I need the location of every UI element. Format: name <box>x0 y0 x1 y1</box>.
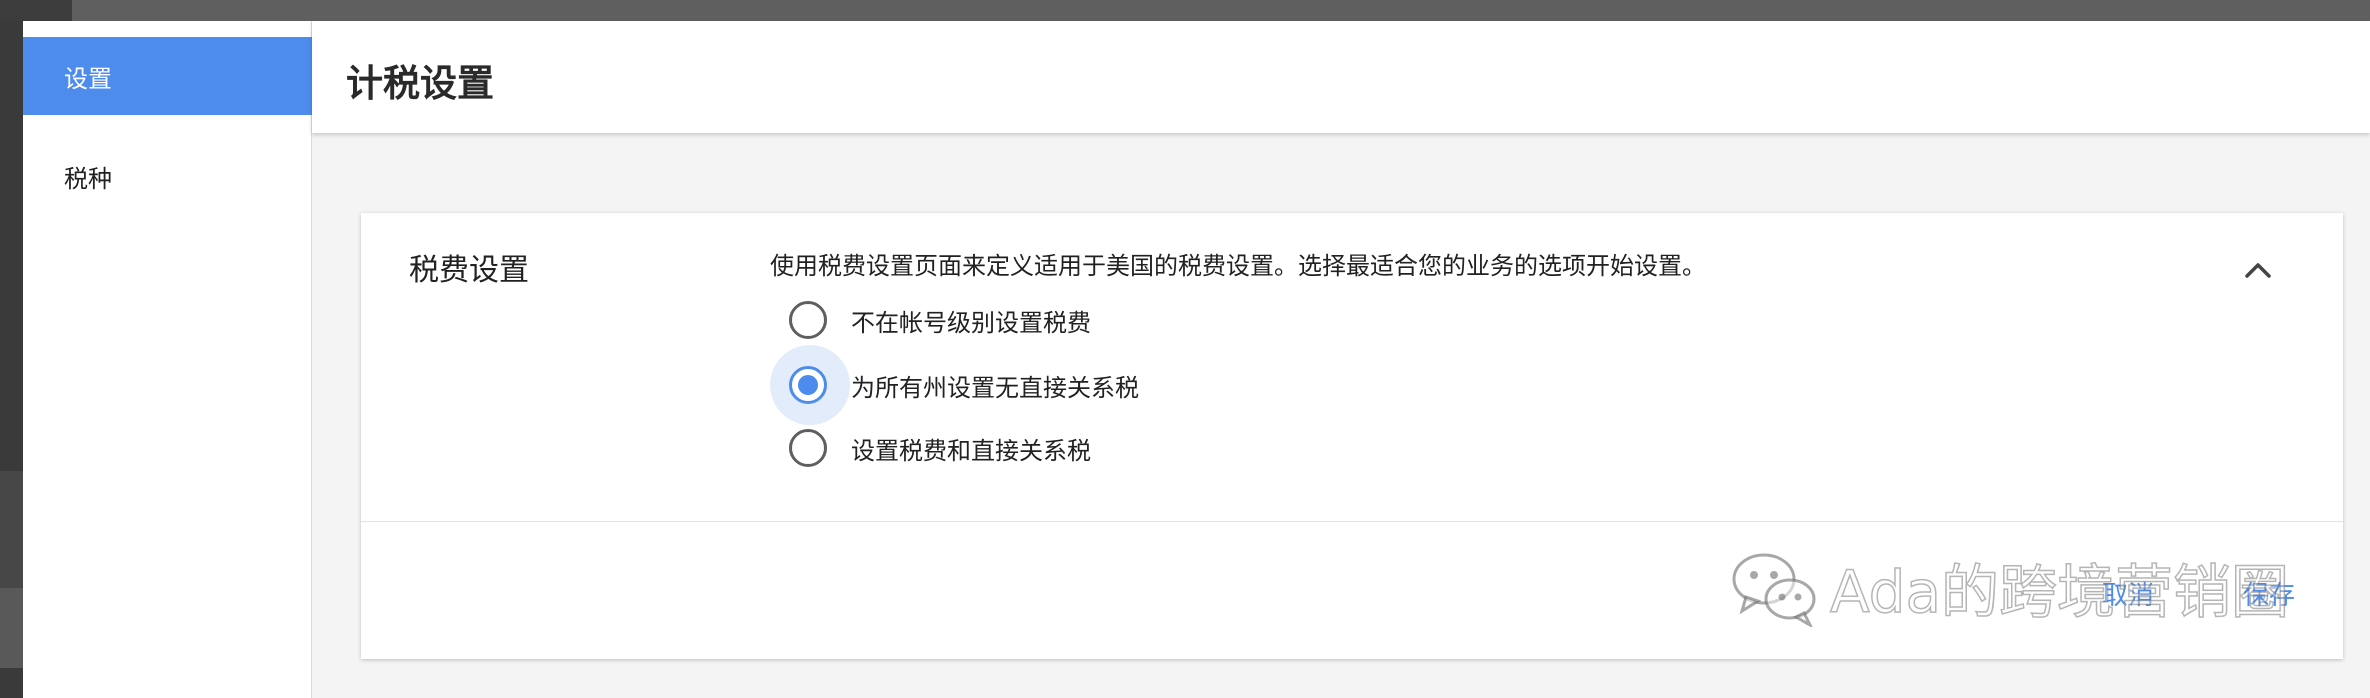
left-edge-segment <box>0 471 23 588</box>
sidebar-item-label: 设置 <box>64 64 112 93</box>
chevron-up-icon[interactable] <box>2241 253 2275 287</box>
sidebar-item-label: 税种 <box>64 164 112 193</box>
card-heading: 税费设置 <box>409 253 529 288</box>
left-edge-strip <box>0 21 23 698</box>
left-edge-segment <box>0 588 23 668</box>
radio-label: 不在帐号级别设置税费 <box>851 308 1091 337</box>
sidebar-item-tax-types[interactable]: 税种 <box>23 137 312 215</box>
radio-dot <box>798 375 818 395</box>
radio-button-selected[interactable] <box>789 366 827 404</box>
watermark: Ada的跨境营销圈 <box>1728 547 2290 627</box>
radio-option-all-states-nexus[interactable]: 为所有州设置无直接关系税 <box>789 363 1139 407</box>
radio-option-tax-and-nexus[interactable]: 设置税费和直接关系税 <box>789 426 1091 470</box>
card-description: 使用税费设置页面来定义适用于美国的税费设置。选择最适合您的业务的选项开始设置。 <box>770 252 1706 280</box>
radio-option-no-account-tax[interactable]: 不在帐号级别设置税费 <box>789 298 1091 342</box>
sidebar: 设置 税种 <box>23 21 312 698</box>
card-divider <box>361 521 2343 522</box>
top-bar-corner <box>0 0 72 21</box>
radio-button[interactable] <box>789 301 827 339</box>
watermark-text: Ada的跨境营销圈 <box>1829 557 2290 627</box>
wechat-icon <box>1732 553 1816 627</box>
radio-button[interactable] <box>789 429 827 467</box>
page-title: 计税设置 <box>346 62 494 105</box>
sidebar-item-settings[interactable]: 设置 <box>23 37 312 115</box>
top-bar <box>0 0 2370 21</box>
page-header: 计税设置 <box>312 21 2370 133</box>
radio-label: 为所有州设置无直接关系税 <box>851 373 1139 402</box>
radio-label: 设置税费和直接关系税 <box>851 436 1091 465</box>
